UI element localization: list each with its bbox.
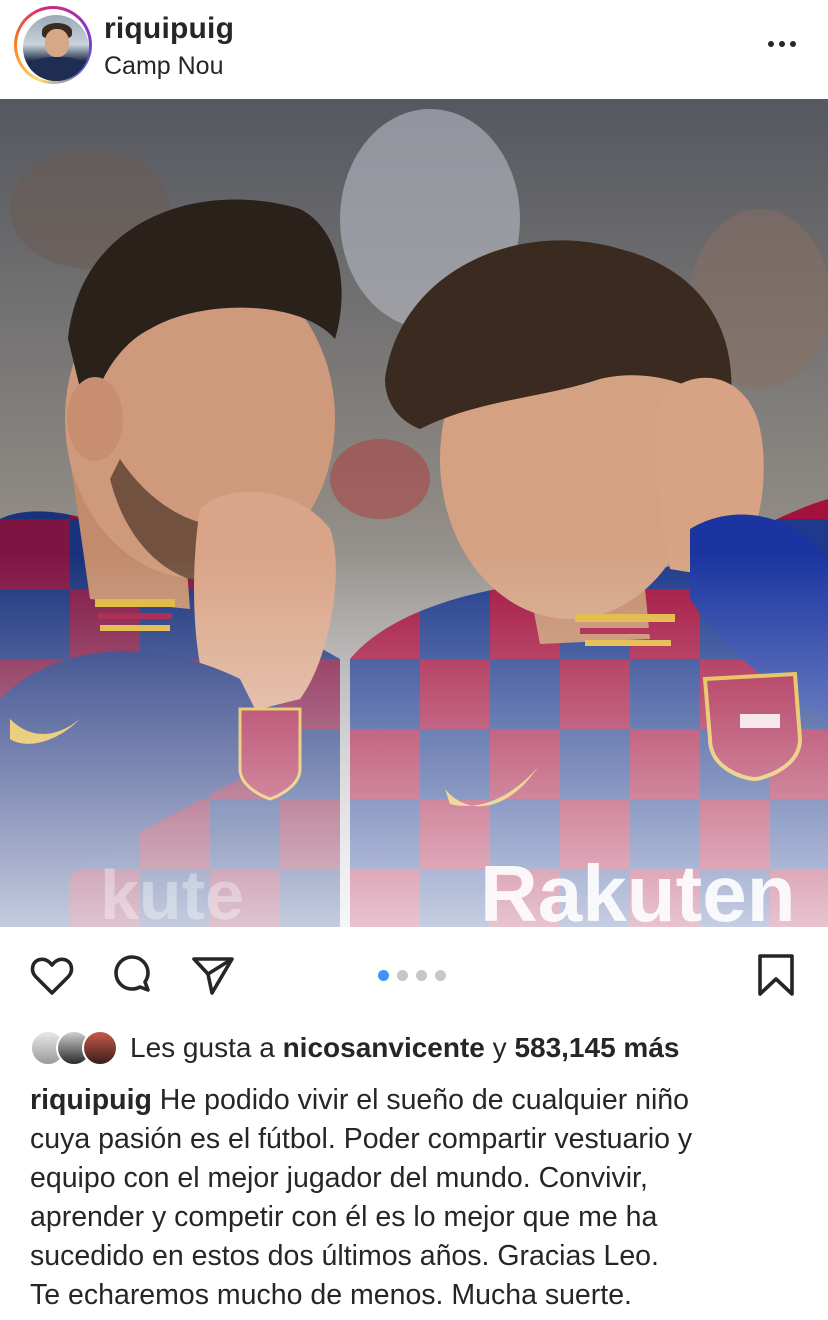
liker-username[interactable]: nicosanvicente (283, 1032, 485, 1063)
likes-conjunction: y (484, 1032, 515, 1063)
carousel-indicator (378, 970, 446, 981)
likes-prefix: Les gusta a (130, 1032, 283, 1063)
likes-text: Les gusta a nicosanvicente y 583,145 más (130, 1032, 679, 1064)
post-caption: riquipuig He podido vivir el sueño de cu… (30, 1081, 810, 1315)
caption-line: riquipuig He podido vivir el sueño de cu… (30, 1081, 810, 1120)
carousel-dot (378, 970, 389, 981)
save-bookmark-icon[interactable] (752, 952, 800, 1000)
post-username[interactable]: riquipuig (104, 12, 234, 46)
carousel-dot (397, 970, 408, 981)
caption-username[interactable]: riquipuig (30, 1084, 152, 1116)
liker-avatar (82, 1030, 118, 1066)
photo-illustration: Rakuten kute (0, 99, 828, 927)
story-ring[interactable] (14, 6, 92, 84)
share-icon[interactable] (188, 952, 236, 1000)
caption-line: Te echaremos mucho de menos. Mucha suert… (30, 1279, 632, 1311)
post-photo[interactable]: Rakuten kute (0, 99, 828, 927)
likes-row[interactable]: Les gusta a nicosanvicente y 583,145 más (30, 1026, 679, 1070)
caption-line: aprender y competir con él es lo mejor q… (30, 1201, 658, 1233)
avatar[interactable] (23, 15, 89, 81)
comment-icon[interactable] (108, 952, 156, 1000)
carousel-dot (435, 970, 446, 981)
caption-text: He podido vivir el sueño de cualquier ni… (151, 1084, 689, 1116)
liker-avatars (30, 1030, 122, 1066)
like-icon[interactable] (28, 952, 76, 1000)
post-header: riquipuig Camp Nou (0, 0, 828, 98)
likes-count[interactable]: 583,145 más (514, 1032, 679, 1063)
caption-line: equipo con el mejor jugador del mundo. C… (30, 1162, 648, 1194)
carousel-dot (416, 970, 427, 981)
caption-line: cuya pasión es el fútbol. Poder comparti… (30, 1123, 693, 1155)
post-location[interactable]: Camp Nou (104, 52, 224, 81)
caption-line: sucedido en estos dos últimos años. Grac… (30, 1240, 659, 1272)
post-actions (0, 930, 828, 1020)
more-options-icon[interactable] (760, 26, 804, 62)
